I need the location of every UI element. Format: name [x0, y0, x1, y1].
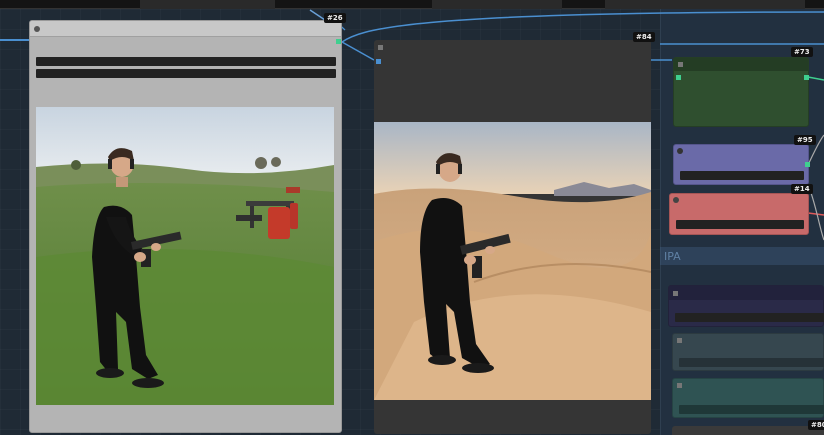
collapse-dot-icon[interactable]	[677, 338, 682, 343]
photo-range-scene	[36, 107, 334, 405]
node-id-badge: #95	[794, 135, 816, 145]
node-id-badge: #14	[791, 184, 813, 194]
red-node[interactable]	[669, 193, 809, 235]
collapse-dot-icon[interactable]	[677, 148, 683, 154]
group-header-bar[interactable]	[660, 247, 824, 265]
top-toolbar	[0, 0, 824, 9]
node-widget[interactable]	[679, 358, 824, 367]
toolbar-segment[interactable]	[605, 0, 805, 9]
output-slot-icon[interactable]	[804, 75, 809, 80]
input-slot-icon[interactable]	[376, 59, 381, 64]
collapse-dot-icon[interactable]	[673, 291, 678, 296]
node-header[interactable]	[674, 58, 808, 71]
node-widget[interactable]	[680, 171, 804, 180]
node-id-badge: #84	[633, 32, 655, 42]
preview-image-node[interactable]	[374, 40, 651, 434]
node-id-badge: #26	[324, 13, 346, 23]
collapse-dot-icon[interactable]	[678, 62, 683, 67]
node-id-badge: #73	[791, 47, 813, 57]
collapse-dot-icon[interactable]	[34, 26, 40, 32]
node-header[interactable]	[669, 286, 823, 300]
green-node[interactable]	[673, 57, 809, 127]
collapse-dot-icon[interactable]	[677, 383, 682, 388]
purple-node[interactable]	[673, 144, 810, 185]
partial-node[interactable]	[672, 426, 824, 435]
node-widget[interactable]	[679, 405, 824, 414]
photo-desert-scene	[374, 122, 651, 400]
toolbar-segment[interactable]	[432, 0, 562, 9]
toolbar-segment[interactable]	[140, 0, 275, 9]
load-image-node[interactable]	[29, 20, 342, 433]
slate-node[interactable]	[672, 333, 824, 371]
upload-button[interactable]	[36, 69, 336, 78]
node-widget[interactable]	[676, 220, 804, 229]
node-widget[interactable]	[675, 313, 824, 322]
dark-blue-node[interactable]	[668, 285, 824, 327]
output-slot-icon[interactable]	[336, 39, 341, 44]
image-select-widget[interactable]	[36, 57, 336, 66]
loaded-image	[36, 107, 334, 405]
node-id-badge: #80	[808, 420, 824, 430]
preview-image	[374, 122, 651, 400]
collapse-dot-icon[interactable]	[673, 197, 679, 203]
output-slot-icon[interactable]	[805, 162, 810, 167]
input-slot-icon[interactable]	[378, 45, 383, 50]
teal-node[interactable]	[672, 378, 824, 418]
input-slot-icon[interactable]	[676, 75, 681, 80]
node-header[interactable]	[30, 21, 341, 37]
